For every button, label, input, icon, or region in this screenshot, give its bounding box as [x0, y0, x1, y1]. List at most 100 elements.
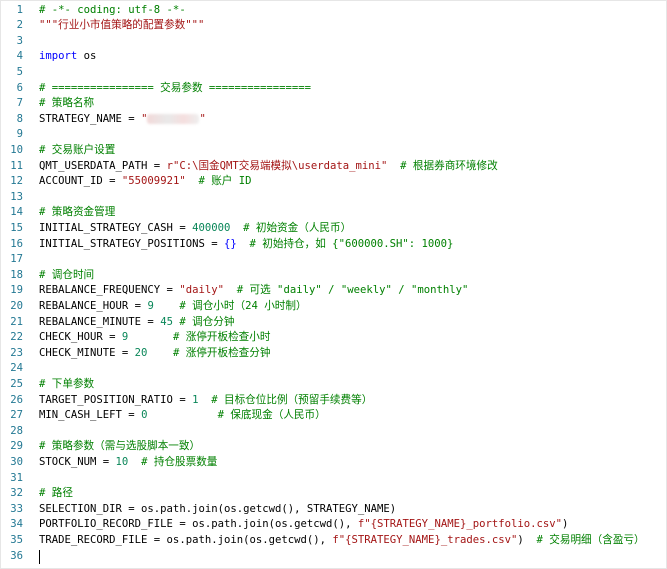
code-token: "daily" — [179, 284, 224, 297]
code-token: # 调仓小时（24 小时制） — [153, 299, 307, 312]
code-token: # 涨停开板检查分钟 — [147, 346, 271, 359]
line-number: 17 — [10, 253, 23, 266]
line-text: INITIAL_STRATEGY_CASH = 400000 # 初始资金（人民… — [39, 221, 351, 237]
line-text: # -*- coding: utf-8 -*- — [39, 3, 186, 19]
code-token: TARGET_POSITION_RATIO = — [39, 393, 193, 406]
line-number: 21 — [10, 315, 23, 328]
line-number: 6 — [16, 81, 23, 94]
line-text: QMT_USERDATA_PATH = r"C:\国金QMT交易端模拟\user… — [39, 159, 498, 175]
code-line[interactable]: 14 # 策略资金管理 — [1, 205, 666, 221]
line-text: # 策略资金管理 — [39, 205, 115, 221]
code-line[interactable]: 19 REBALANCE_FREQUENCY = "daily" # 可选 "da… — [1, 283, 666, 299]
line-text: # 调仓时间 — [39, 268, 94, 284]
line-text: """行业小市值策略的配置参数""" — [39, 18, 204, 34]
code-line[interactable]: 25 # 下单参数 — [1, 377, 666, 393]
code-line[interactable]: 18 # 调仓时间 — [1, 268, 666, 284]
code-line[interactable]: 16 INITIAL_STRATEGY_POSITIONS = {} # 初始持仓… — [1, 237, 666, 253]
code-line[interactable]: 28 — [1, 424, 666, 440]
code-token: # 调仓时间 — [39, 268, 95, 281]
code-line[interactable]: 35 TRADE_RECORD_FILE = os.path.join(os.ge… — [1, 533, 666, 549]
code-line[interactable]: 5 — [1, 65, 666, 81]
code-token: # 路径 — [39, 487, 73, 500]
code-token: # 涨停开板检查小时 — [128, 331, 271, 344]
code-token: """行业小市值策略的配置参数""" — [39, 19, 205, 32]
code-line[interactable]: 4 import os — [1, 49, 666, 65]
code-line[interactable]: 31 — [1, 471, 666, 487]
code-line[interactable]: 9 — [1, 127, 666, 143]
line-text: # ================ 交易参数 ================ — [39, 81, 311, 97]
line-text: TARGET_POSITION_RATIO = 1 # 目标仓位比例（预留手续费… — [39, 393, 372, 409]
line-text: REBALANCE_HOUR = 9 # 调仓小时（24 小时制） — [39, 299, 307, 315]
line-text: # 下单参数 — [39, 377, 94, 393]
code-line[interactable]: 17 — [1, 252, 666, 268]
code-line[interactable]: 29 # 策略参数（需与选股脚本一致） — [1, 439, 666, 455]
code-line[interactable]: 2 """行业小市值策略的配置参数""" — [1, 18, 666, 34]
code-token: ) — [562, 518, 569, 531]
line-number: 33 — [10, 502, 23, 515]
code-token: {} — [223, 237, 237, 250]
code-token: MIN_CASH_LEFT = — [39, 409, 142, 422]
line-number: 36 — [10, 549, 23, 562]
code-line[interactable]: 27 MIN_CASH_LEFT = 0 # 保底现金（人民币） — [1, 408, 666, 424]
code-line[interactable]: 21 REBALANCE_MINUTE = 45 # 调仓分钟 — [1, 315, 666, 331]
code-line[interactable]: 26 TARGET_POSITION_RATIO = 1 # 目标仓位比例（预留手… — [1, 393, 666, 409]
line-text: # 交易账户设置 — [39, 143, 115, 159]
code-token: # 根据券商环境修改 — [387, 159, 498, 172]
code-line[interactable]: 22 CHECK_HOUR = 9 # 涨停开板检查小时 — [1, 330, 666, 346]
line-text: STOCK_NUM = 10 # 持仓股票数量 — [39, 455, 217, 471]
code-token: # 持仓股票数量 — [128, 455, 218, 468]
code-token: os — [77, 50, 97, 63]
code-editor[interactable]: 1 # -*- coding: utf-8 -*- 2 """行业小市值策略的配置参数… — [0, 0, 667, 569]
code-token: # 下单参数 — [39, 377, 95, 390]
line-number: 7 — [16, 97, 23, 110]
line-number: 26 — [10, 393, 23, 406]
line-number: 31 — [10, 471, 23, 484]
code-token: REBALANCE_HOUR = — [39, 299, 148, 312]
code-token: STOCK_NUM = — [39, 455, 116, 468]
line-number: 29 — [10, 440, 23, 453]
code-line[interactable]: 20 REBALANCE_HOUR = 9 # 调仓小时（24 小时制） — [1, 299, 666, 315]
code-token: r"C:\国金QMT交易端模拟\userdata_mini" — [166, 159, 388, 172]
line-text: import os — [39, 49, 96, 65]
code-token: # ================ 交易参数 ================ — [39, 81, 311, 94]
code-token: INITIAL_STRATEGY_CASH = — [39, 221, 193, 234]
code-line[interactable]: 34 PORTFOLIO_RECORD_FILE = os.path.join(o… — [1, 517, 666, 533]
line-text: SELECTION_DIR = os.path.join(os.getcwd()… — [39, 502, 396, 518]
code-line[interactable]: 1 # -*- coding: utf-8 -*- — [1, 3, 666, 19]
code-line[interactable]: 13 — [1, 190, 666, 206]
code-token: # 目标仓位比例（预留手续费等） — [198, 393, 373, 406]
code-token: # 可选 "daily" / "weekly" / "monthly" — [223, 284, 469, 297]
code-token: REBALANCE_MINUTE = — [39, 315, 161, 328]
code-line[interactable]: 36 — [1, 549, 666, 565]
code-token: # 交易账户设置 — [39, 143, 116, 156]
code-line[interactable]: 10 # 交易账户设置 — [1, 143, 666, 159]
code-token: 10 — [115, 455, 129, 468]
line-number: 4 — [16, 50, 23, 63]
code-line[interactable]: 33 SELECTION_DIR = os.path.join(os.getcwd… — [1, 502, 666, 518]
code-line[interactable]: 6 # ================ 交易参数 ===============… — [1, 81, 666, 97]
code-token: # 调仓分钟 — [172, 315, 235, 328]
code-line[interactable]: 32 # 路径 — [1, 486, 666, 502]
code-line[interactable]: 23 CHECK_MINUTE = 20 # 涨停开板检查分钟 — [1, 346, 666, 362]
line-number: 9 — [16, 128, 23, 141]
line-text: # 策略参数（需与选股脚本一致） — [39, 439, 200, 455]
code-line[interactable]: 30 STOCK_NUM = 10 # 持仓股票数量 — [1, 455, 666, 471]
code-token: # 初始持仓，如 {"600000.SH": 1000} — [236, 237, 454, 250]
code-line[interactable]: 7 # 策略名称 — [1, 96, 666, 112]
code-line[interactable]: 15 INITIAL_STRATEGY_CASH = 400000 # 初始资金（… — [1, 221, 666, 237]
line-number: 19 — [10, 284, 23, 297]
code-line[interactable]: 24 — [1, 361, 666, 377]
line-number: 1 — [16, 3, 23, 16]
code-line[interactable]: 11 QMT_USERDATA_PATH = r"C:\国金QMT交易端模拟\us… — [1, 159, 666, 175]
line-text: REBALANCE_FREQUENCY = "daily" # 可选 "dail… — [39, 283, 468, 299]
line-number: 18 — [10, 268, 23, 281]
code-line[interactable]: 12 ACCOUNT_ID = "55009921" # 账户 ID — [1, 174, 666, 190]
line-number: 25 — [10, 377, 23, 390]
line-text: ACCOUNT_ID = "55009921" # 账户 ID — [39, 174, 252, 190]
code-token: 400000 — [192, 221, 231, 234]
code-line[interactable]: 8 STRATEGY_NAME = " " — [1, 112, 666, 128]
line-number: 11 — [10, 159, 23, 172]
line-number: 16 — [10, 237, 23, 250]
code-line[interactable]: 3 — [1, 34, 666, 50]
code-token: # -*- coding: utf-8 -*- — [39, 3, 186, 16]
